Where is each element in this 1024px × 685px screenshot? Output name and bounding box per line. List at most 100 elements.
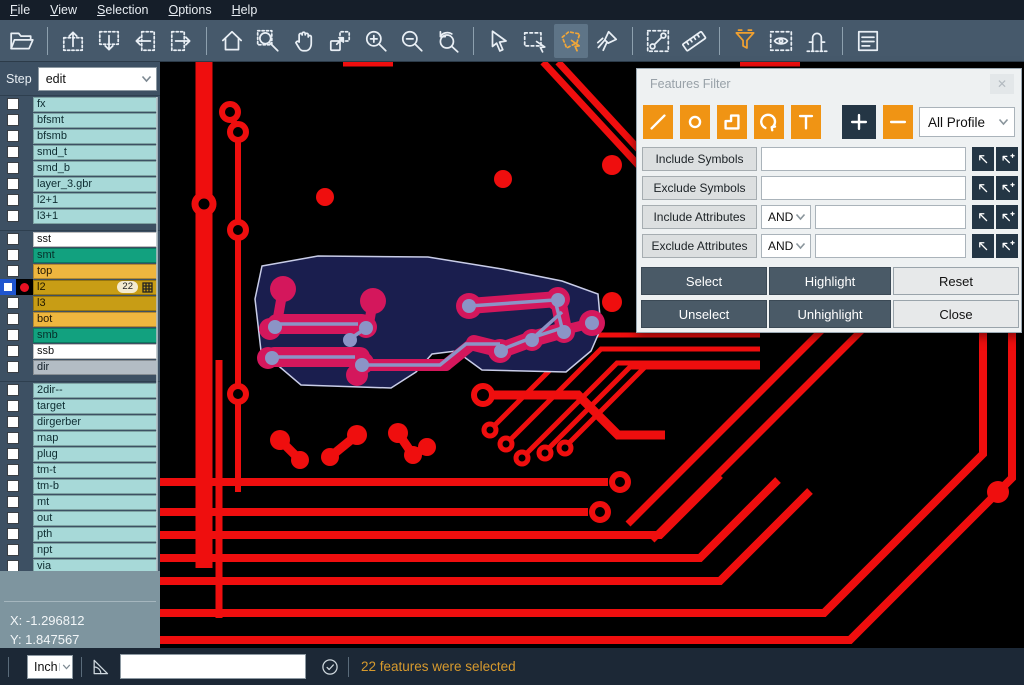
layer-row-ssb[interactable]: ssb bbox=[0, 343, 160, 359]
menu-options[interactable]: Options bbox=[158, 1, 221, 19]
layer-visibility-checkbox[interactable] bbox=[7, 329, 19, 341]
filter-type-arc-button[interactable] bbox=[754, 105, 784, 139]
layer-row-l3+1[interactable]: l3+1 bbox=[0, 208, 160, 224]
poly-select-button[interactable] bbox=[554, 24, 588, 58]
layer-name[interactable]: smd_t bbox=[33, 145, 157, 160]
layer-name[interactable]: smb bbox=[33, 328, 157, 343]
filter-type-line-button[interactable] bbox=[643, 105, 673, 139]
layer-name[interactable]: l222 bbox=[33, 280, 157, 295]
layer-name[interactable]: smd_b bbox=[33, 161, 157, 176]
layer-name[interactable]: 2dir-- bbox=[33, 383, 157, 398]
pan-hand-button[interactable] bbox=[287, 24, 321, 58]
layer-row-bfsmb[interactable]: bfsmb bbox=[0, 128, 160, 144]
include-symbols-button[interactable]: Include Symbols bbox=[642, 147, 757, 171]
layer-visibility-checkbox[interactable] bbox=[7, 361, 19, 373]
layer-visibility-checkbox[interactable] bbox=[7, 416, 19, 428]
pan-right-button[interactable] bbox=[164, 24, 198, 58]
layer-name[interactable]: tm-b bbox=[33, 479, 157, 494]
layer-name[interactable]: bot bbox=[33, 312, 157, 327]
layer-name[interactable]: plug bbox=[33, 447, 157, 462]
layer-visibility-checkbox[interactable] bbox=[7, 544, 19, 556]
menu-file[interactable]: File bbox=[0, 1, 40, 19]
filter-value-field[interactable] bbox=[762, 148, 965, 170]
pick-from-canvas-button[interactable] bbox=[972, 176, 994, 200]
layer-row-fx[interactable]: fx bbox=[0, 96, 160, 112]
step-select[interactable]: edit bbox=[38, 67, 157, 91]
pick-from-canvas-button[interactable] bbox=[972, 147, 994, 171]
layer-row-layer_3.gbr[interactable]: layer_3.gbr bbox=[0, 176, 160, 192]
layer-name[interactable]: l2+1 bbox=[33, 193, 157, 208]
layer-visibility-checkbox[interactable] bbox=[7, 194, 19, 206]
layer-row-target[interactable]: target bbox=[0, 398, 160, 414]
add-filter-button[interactable] bbox=[842, 105, 876, 139]
zoom-out-button[interactable] bbox=[395, 24, 429, 58]
unhighlight-button[interactable]: Unhighlight bbox=[769, 300, 891, 328]
layer-row-smd_b[interactable]: smd_b bbox=[0, 160, 160, 176]
layer-row-l2[interactable]: l222 bbox=[0, 279, 160, 295]
layer-row-smt[interactable]: smt bbox=[0, 247, 160, 263]
layer-visibility-checkbox[interactable] bbox=[7, 432, 19, 444]
zoom-area-button[interactable] bbox=[251, 24, 285, 58]
logic-operator-select[interactable]: AND bbox=[761, 234, 811, 258]
pan-down-button[interactable] bbox=[92, 24, 126, 58]
layer-visibility-checkbox[interactable] bbox=[7, 345, 19, 357]
layer-name[interactable]: npt bbox=[33, 543, 157, 558]
filter-value-input[interactable] bbox=[761, 147, 966, 171]
filter-type-surface-button[interactable] bbox=[717, 105, 747, 139]
clean-brush-button[interactable] bbox=[590, 24, 624, 58]
exclude-attributes-button[interactable]: Exclude Attributes bbox=[642, 234, 757, 258]
layer-row-l3[interactable]: l3 bbox=[0, 295, 160, 311]
layer-row-pth[interactable]: pth bbox=[0, 526, 160, 542]
profile-select[interactable]: All Profile bbox=[919, 107, 1015, 137]
filter-value-field[interactable] bbox=[816, 235, 965, 257]
filter-type-text-button[interactable] bbox=[791, 105, 821, 139]
layer-row-map[interactable]: map bbox=[0, 430, 160, 446]
layer-name[interactable]: ssb bbox=[33, 344, 157, 359]
layer-name[interactable]: target bbox=[33, 399, 157, 414]
layer-visibility-checkbox[interactable] bbox=[7, 313, 19, 325]
command-input-field[interactable] bbox=[121, 655, 305, 678]
layer-visibility-checkbox[interactable] bbox=[7, 114, 19, 126]
exclude-symbols-button[interactable]: Exclude Symbols bbox=[642, 176, 757, 200]
pick-add-from-canvas-button[interactable] bbox=[996, 147, 1018, 171]
layer-name[interactable]: dirgerber bbox=[33, 415, 157, 430]
layer-row-out[interactable]: out bbox=[0, 510, 160, 526]
filter-type-pad-button[interactable] bbox=[680, 105, 710, 139]
layer-visibility-checkbox[interactable] bbox=[7, 384, 19, 396]
logic-operator-select[interactable]: AND bbox=[761, 205, 811, 229]
layer-name[interactable]: bfsmt bbox=[33, 113, 157, 128]
layer-row-l2+1[interactable]: l2+1 bbox=[0, 192, 160, 208]
dialog-close-button[interactable]: ✕ bbox=[990, 74, 1014, 94]
layer-visibility-checkbox[interactable] bbox=[7, 265, 19, 277]
layer-row-bfsmt[interactable]: bfsmt bbox=[0, 112, 160, 128]
layer-name[interactable]: mt bbox=[33, 495, 157, 510]
filter-value-input[interactable] bbox=[761, 176, 966, 200]
pan-left-button[interactable] bbox=[128, 24, 162, 58]
pan-up-button[interactable] bbox=[56, 24, 90, 58]
layer-visibility-checkbox[interactable] bbox=[7, 464, 19, 476]
rect-select-button[interactable] bbox=[518, 24, 552, 58]
ruler-button[interactable] bbox=[677, 24, 711, 58]
layer-visibility-checkbox[interactable] bbox=[7, 233, 19, 245]
layer-list-scrollbar[interactable] bbox=[156, 97, 158, 597]
layer-name[interactable]: l3 bbox=[33, 296, 157, 311]
layer-row-mt[interactable]: mt bbox=[0, 494, 160, 510]
layer-visibility-checkbox[interactable] bbox=[7, 400, 19, 412]
select-cursor-button[interactable] bbox=[482, 24, 516, 58]
filter-value-input[interactable] bbox=[815, 205, 966, 229]
layer-row-bot[interactable]: bot bbox=[0, 311, 160, 327]
layer-name[interactable]: top bbox=[33, 264, 157, 279]
zoom-object-button[interactable] bbox=[323, 24, 357, 58]
layer-name[interactable]: layer_3.gbr bbox=[33, 177, 157, 192]
unselect-button[interactable]: Unselect bbox=[641, 300, 767, 328]
measure-button[interactable] bbox=[641, 24, 675, 58]
layer-row-smb[interactable]: smb bbox=[0, 327, 160, 343]
layer-row-top[interactable]: top bbox=[0, 263, 160, 279]
highlight-button[interactable]: Highlight bbox=[769, 267, 891, 295]
layer-name[interactable]: bfsmb bbox=[33, 129, 157, 144]
layer-visibility-checkbox[interactable] bbox=[0, 279, 16, 295]
layer-visibility-checkbox[interactable] bbox=[7, 297, 19, 309]
layer-name[interactable]: fx bbox=[33, 97, 157, 112]
include-attributes-button[interactable]: Include Attributes bbox=[642, 205, 757, 229]
layer-row-smd_t[interactable]: smd_t bbox=[0, 144, 160, 160]
